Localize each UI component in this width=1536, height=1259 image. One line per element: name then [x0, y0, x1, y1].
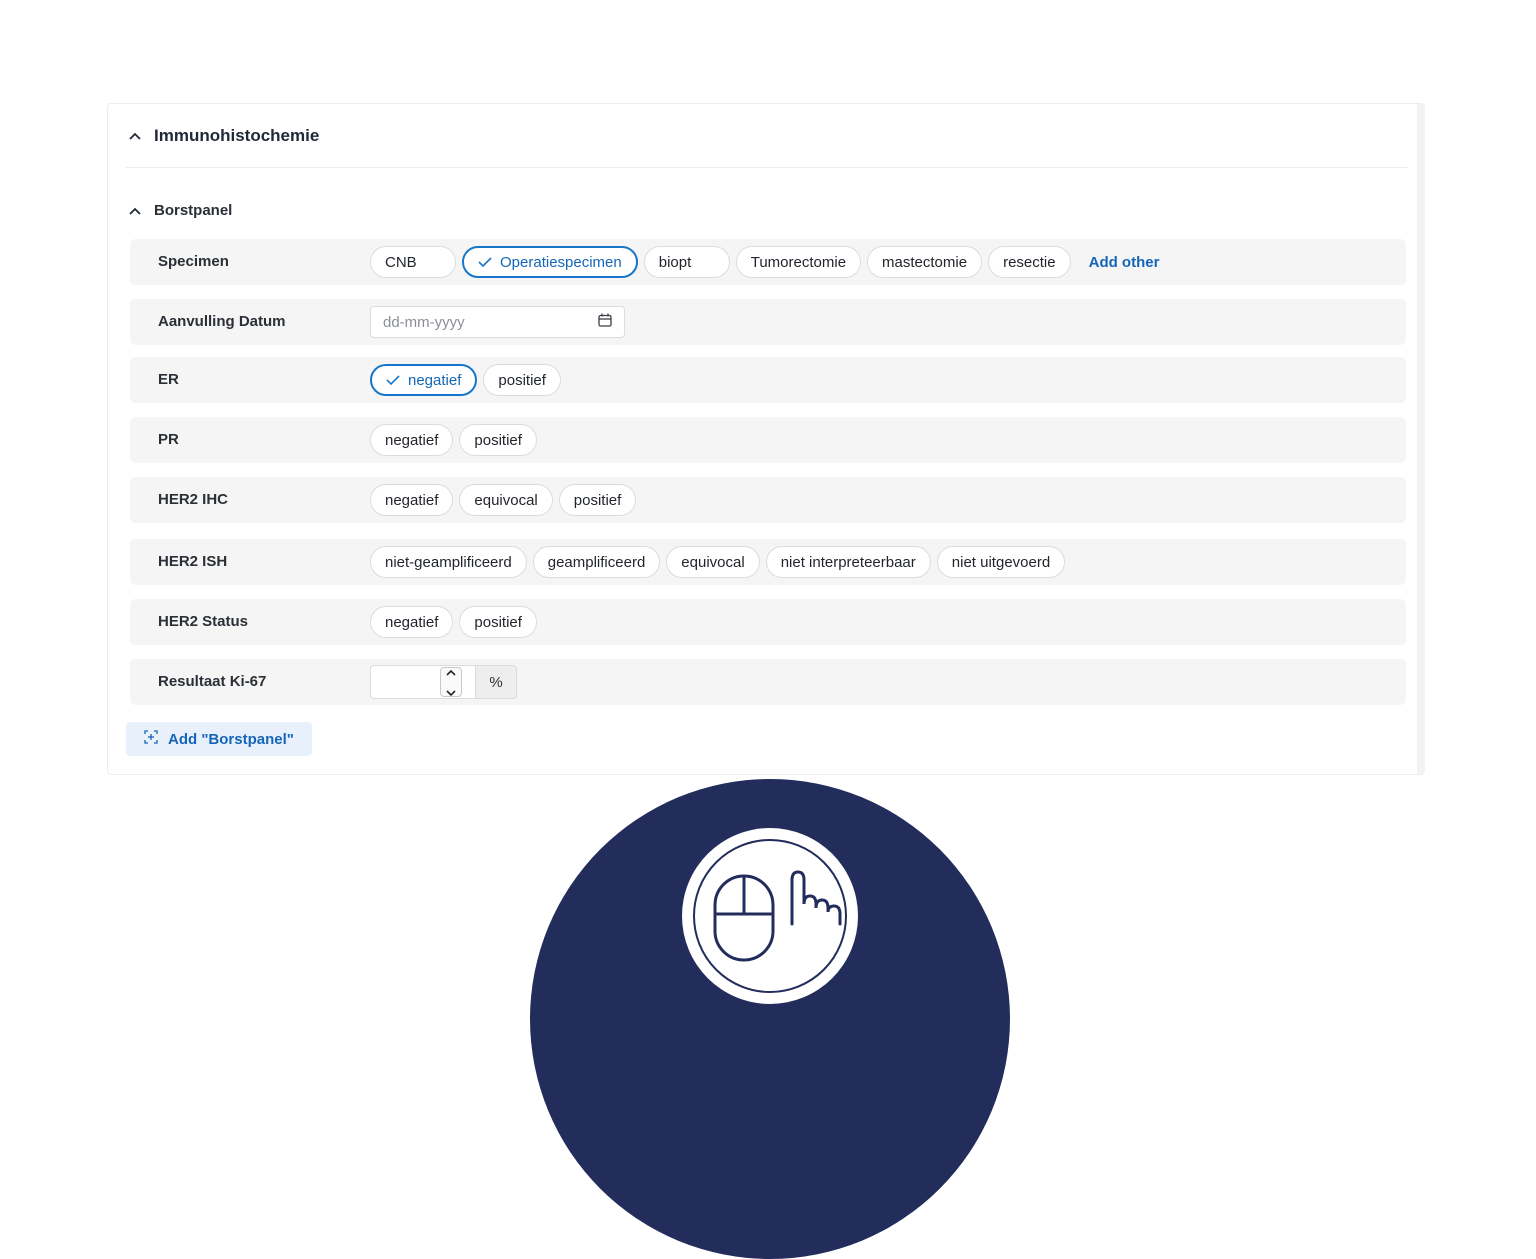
her2-status-options: negatief positief — [370, 606, 537, 638]
add-other-link[interactable]: Add other — [1089, 254, 1160, 271]
chip-cnb[interactable]: CNB — [370, 246, 456, 278]
row-label: HER2 ISH — [158, 553, 228, 570]
chevron-up-icon — [128, 204, 142, 218]
section-toggle[interactable]: Immunohistochemie — [128, 126, 319, 146]
mouse-pointer-hand-icon — [693, 839, 847, 993]
add-button-label: Add "Borstpanel" — [168, 730, 294, 748]
chip-her2-ish-niet-interpreteerbaar[interactable]: niet interpreteerbaar — [765, 546, 931, 578]
row-label: Aanvulling Datum — [158, 313, 286, 330]
date-wrapper: dd-mm-yyyy — [370, 306, 625, 338]
row-label: PR — [158, 431, 179, 448]
chevron-up-icon[interactable] — [446, 663, 456, 681]
subsection-toggle[interactable]: Borstpanel — [128, 202, 232, 219]
chip-her2-ish-niet-geamplificeerd[interactable]: niet-geamplificeerd — [370, 546, 527, 578]
chevron-down-icon[interactable] — [446, 684, 456, 702]
section-title: Immunohistochemie — [154, 126, 320, 145]
chip-er-negatief[interactable]: negatief — [370, 364, 478, 396]
add-borstpanel-button[interactable]: Add "Borstpanel" — [126, 722, 312, 756]
chip-her2-ish-niet-uitgevoerd[interactable]: niet uitgevoerd — [936, 546, 1066, 578]
her2-ish-options: niet-geamplificeerd geamplificeerd equiv… — [370, 546, 1066, 578]
add-group-icon — [144, 730, 158, 748]
row-label: HER2 IHC — [158, 491, 229, 508]
chip-mastectomie[interactable]: mastectomie — [867, 246, 983, 278]
row-aanvulling-datum: Aanvulling Datum dd-mm-yyyy — [130, 299, 1406, 345]
chip-her2-ihc-equivocal[interactable]: equivocal — [459, 484, 553, 516]
divider — [126, 167, 1408, 168]
row-specimen: Specimen CNB Operatiespecimen biopt Tumo… — [130, 239, 1406, 285]
specimen-options: CNB Operatiespecimen biopt Tumorectomie … — [370, 246, 1159, 278]
her2-ihc-options: negatief equivocal positief — [370, 484, 637, 516]
chip-pr-positief[interactable]: positief — [459, 424, 537, 456]
subsection-title: Borstpanel — [154, 202, 233, 219]
percent-addon: % — [475, 665, 517, 699]
er-options: negatief positief — [370, 364, 561, 396]
chevron-up-icon — [128, 129, 142, 143]
row-label: HER2 Status — [158, 613, 249, 630]
badge-circle — [682, 828, 858, 1004]
pr-options: negatief positief — [370, 424, 537, 456]
chip-biopt[interactable]: biopt — [643, 246, 730, 278]
chip-er-positief[interactable]: positief — [483, 364, 561, 396]
immunohistochemie-panel: Immunohistochemie Borstpanel Specimen CN… — [107, 103, 1425, 775]
date-input[interactable]: dd-mm-yyyy — [370, 306, 625, 338]
chip-her2-status-positief[interactable]: positief — [459, 606, 537, 638]
row-label: Resultaat Ki-67 — [158, 673, 267, 690]
calendar-icon[interactable] — [598, 313, 612, 331]
check-icon — [386, 372, 400, 389]
row-label: Specimen — [158, 253, 229, 270]
row-label: ER — [158, 371, 179, 388]
chip-her2-status-negatief[interactable]: negatief — [370, 606, 454, 638]
chip-tumorectomie[interactable]: Tumorectomie — [735, 246, 862, 278]
chip-her2-ish-equivocal[interactable]: equivocal — [666, 546, 760, 578]
chip-operatiespecimen[interactable]: Operatiespecimen — [462, 246, 638, 278]
number-stepper[interactable] — [440, 667, 462, 697]
chip-her2-ihc-positief[interactable]: positief — [558, 484, 637, 516]
row-her2-status: HER2 Status negatief positief — [130, 599, 1406, 645]
chip-pr-negatief[interactable]: negatief — [370, 424, 454, 456]
chip-resectie[interactable]: resectie — [988, 246, 1071, 278]
row-her2-ihc: HER2 IHC negatief equivocal positief — [130, 477, 1406, 523]
row-ki67: Resultaat Ki-67 % — [130, 659, 1406, 705]
chip-her2-ish-geamplificeerd[interactable]: geamplificeerd — [532, 546, 661, 578]
chip-her2-ihc-negatief[interactable]: negatief — [370, 484, 454, 516]
check-icon — [478, 254, 492, 271]
date-placeholder: dd-mm-yyyy — [383, 313, 465, 331]
row-er: ER negatief positief — [130, 357, 1406, 403]
row-her2-ish: HER2 ISH niet-geamplificeerd geamplifice… — [130, 539, 1406, 585]
row-pr: PR negatief positief — [130, 417, 1406, 463]
